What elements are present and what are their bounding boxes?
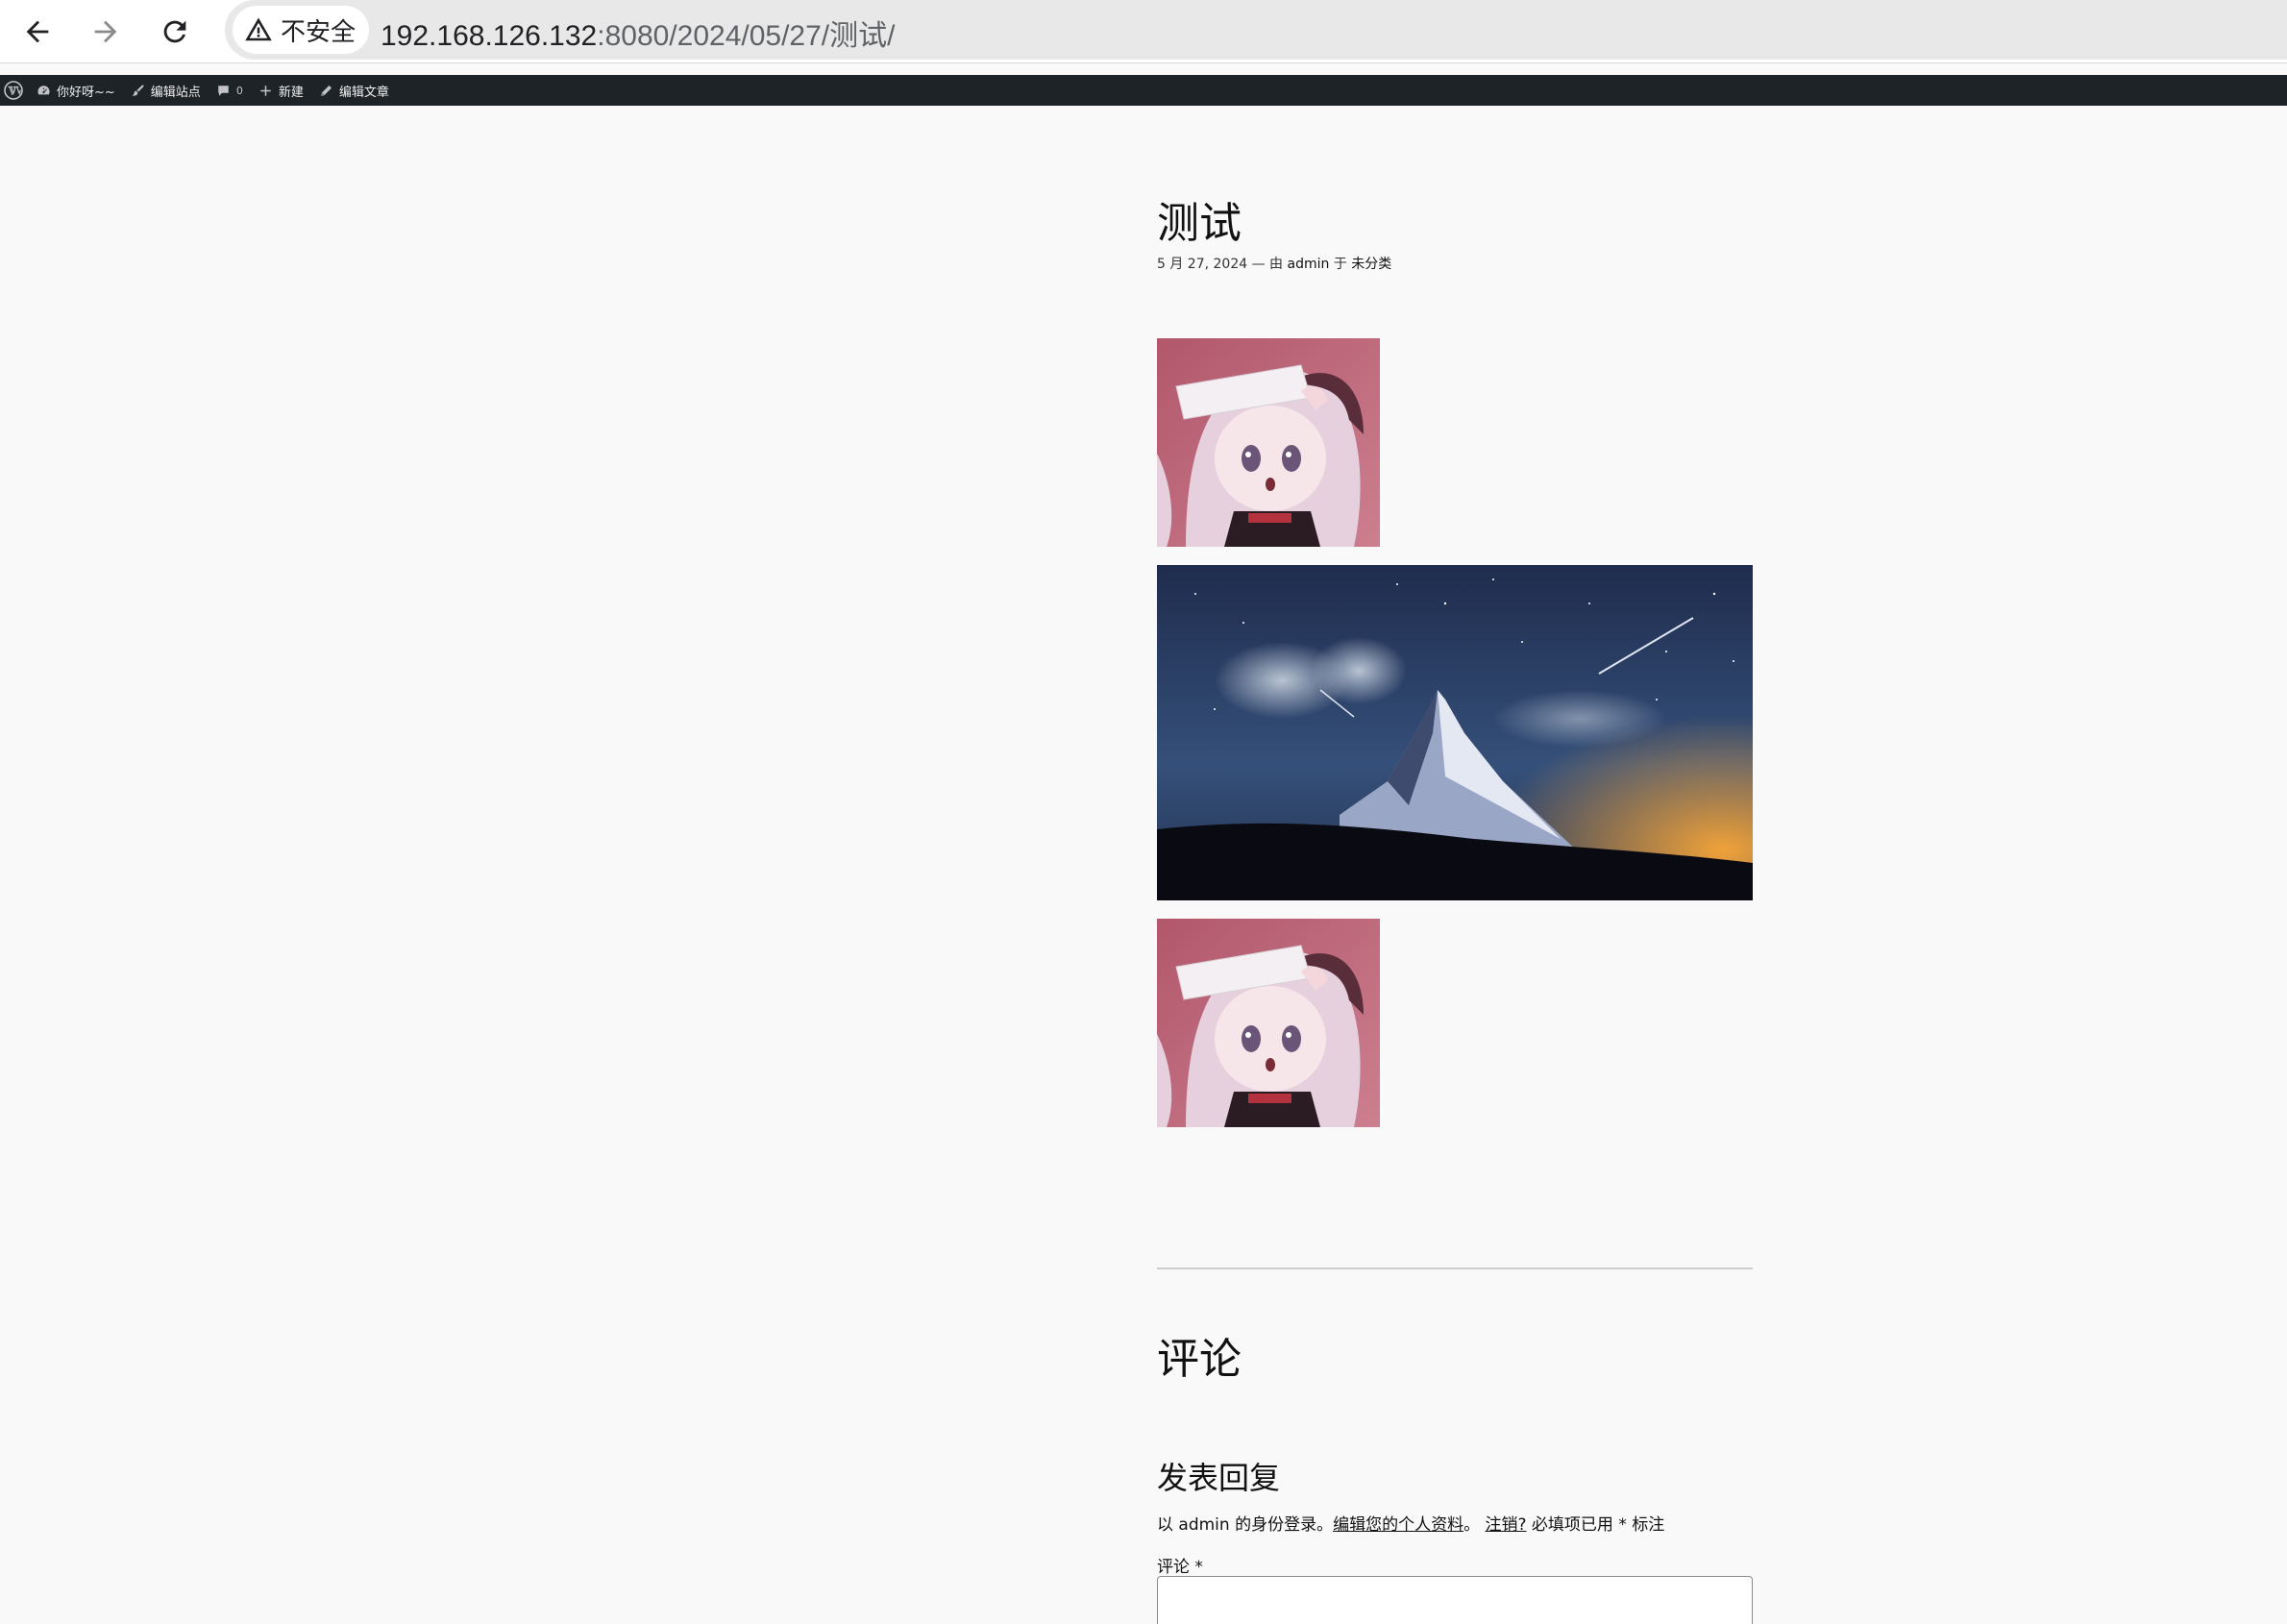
- comments-count: 0: [235, 84, 243, 97]
- edit-post-menu[interactable]: 编辑文章: [311, 75, 397, 106]
- security-label: 不安全: [281, 17, 357, 47]
- comment-bubble-icon: [218, 85, 229, 96]
- site-name-menu[interactable]: 你好呀~~: [29, 75, 123, 106]
- dashboard-icon: [37, 85, 50, 94]
- forward-arrow-icon: [94, 20, 117, 43]
- post-date[interactable]: 5 月 27, 2024: [1157, 257, 1247, 272]
- browser-toolbar: 不安全 192.168.126.132:8080/2024/05/27/测试/: [0, 0, 2287, 63]
- url-text[interactable]: 192.168.126.132:8080/2024/05/27/测试/: [381, 12, 895, 54]
- content-divider: [1157, 1267, 1753, 1269]
- wp-logo-menu[interactable]: [0, 75, 29, 106]
- required-note: 必填项已用 * 标注: [1531, 1515, 1665, 1535]
- post-author-link[interactable]: admin: [1288, 257, 1330, 272]
- post-meta: 5 月 27, 2024 — 由 admin 于 未分类: [1157, 254, 1391, 273]
- warning-icon: [245, 17, 272, 41]
- post-title: 测试: [1157, 199, 1242, 248]
- logout-link[interactable]: 注销?: [1485, 1515, 1526, 1535]
- plus-icon: [260, 85, 271, 96]
- meta-in: 于: [1333, 257, 1347, 272]
- wp-admin-bar: 你好呀~~ 编辑站点 0 新建 编辑文章: [0, 75, 2287, 106]
- back-arrow-icon: [26, 20, 49, 43]
- logged-in-notice: 以 admin 的身份登录。编辑您的个人资料。 注销? 必填项已用 * 标注: [1157, 1511, 1664, 1535]
- edit-site-label: 编辑站点: [150, 85, 201, 100]
- back-button[interactable]: [16, 11, 59, 53]
- wordpress-logo-icon: [4, 81, 23, 100]
- pencil-icon: [321, 85, 332, 96]
- reload-button[interactable]: [154, 11, 196, 53]
- notice-separator: 。: [1463, 1515, 1481, 1535]
- address-bar[interactable]: 不安全 192.168.126.132:8080/2024/05/27/测试/: [225, 0, 2287, 60]
- anime-girl-image: [1157, 919, 1380, 1127]
- mountain-night-sky-image: [1157, 565, 1753, 900]
- post-category-link[interactable]: 未分类: [1351, 257, 1391, 272]
- url-path: :8080/2024/05/27/测试/: [597, 20, 896, 52]
- meta-separator: — 由: [1251, 257, 1284, 272]
- brush-icon: [132, 84, 144, 96]
- edit-post-label: 编辑文章: [338, 85, 389, 100]
- logged-in-prefix: 以 admin 的身份登录。: [1157, 1515, 1334, 1535]
- url-host: 192.168.126.132: [381, 20, 598, 52]
- site-name-label: 你好呀~~: [57, 85, 115, 100]
- reply-heading: 发表回复: [1157, 1460, 1281, 1496]
- new-label: 新建: [278, 85, 304, 100]
- site-security-chip[interactable]: 不安全: [233, 6, 370, 54]
- comment-textarea[interactable]: [1157, 1576, 1753, 1624]
- new-content-menu[interactable]: 新建: [251, 75, 311, 106]
- forward-button[interactable]: [85, 11, 127, 53]
- anime-girl-image: [1157, 338, 1380, 547]
- edit-profile-link[interactable]: 编辑您的个人资料: [1333, 1515, 1463, 1535]
- comment-field-label: 评论 *: [1157, 1558, 1203, 1577]
- reload-icon: [163, 20, 186, 43]
- edit-site-menu[interactable]: 编辑站点: [123, 75, 209, 106]
- comments-menu[interactable]: 0: [209, 75, 251, 106]
- comments-heading: 评论: [1157, 1335, 1242, 1384]
